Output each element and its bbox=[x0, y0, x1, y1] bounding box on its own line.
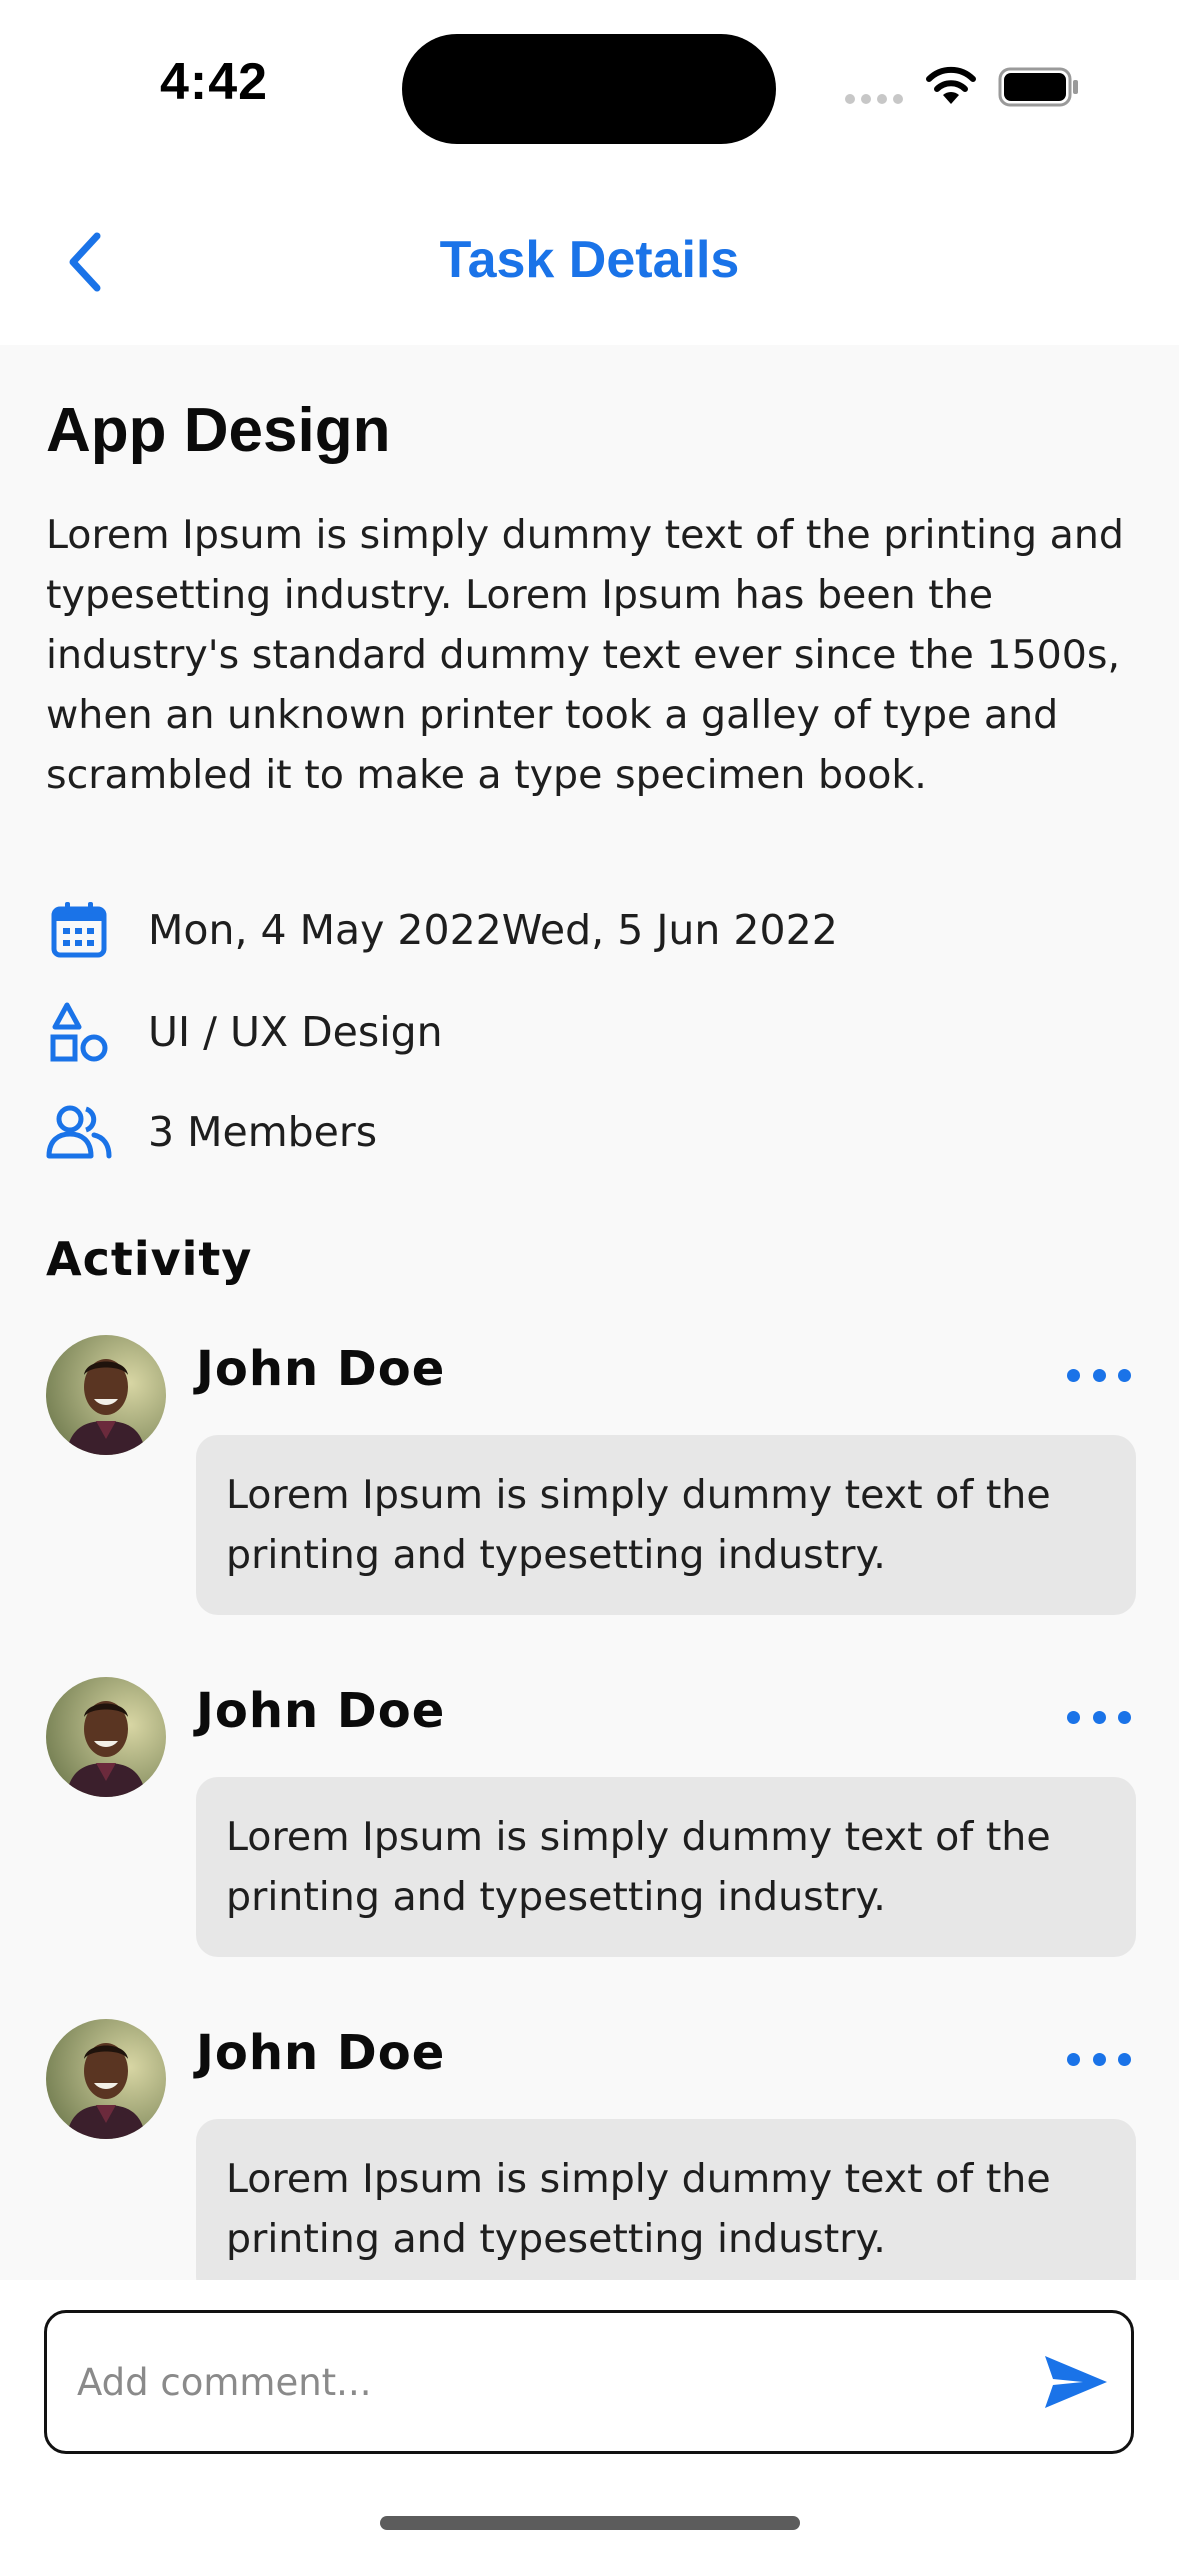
send-icon bbox=[1045, 2356, 1107, 2408]
comment-author: John Doe bbox=[196, 2025, 446, 2081]
comment-text: Lorem Ipsum is simply dummy text of the … bbox=[226, 2156, 1051, 2262]
task-category-row: UI / UX Design bbox=[46, 997, 443, 1067]
home-indicator bbox=[380, 2516, 800, 2530]
header: 4:42 Task Details bbox=[0, 0, 1179, 345]
more-dots-icon bbox=[1067, 1368, 1080, 1382]
task-members-row: 3 Members bbox=[46, 1097, 377, 1167]
avatar bbox=[46, 1677, 166, 1797]
comment-bar bbox=[0, 2280, 1179, 2556]
calendar-icon bbox=[46, 897, 112, 963]
send-button[interactable] bbox=[1021, 2327, 1131, 2437]
battery-icon bbox=[998, 67, 1078, 107]
task-category: UI / UX Design bbox=[148, 1008, 443, 1056]
dynamic-island bbox=[402, 34, 776, 144]
avatar bbox=[46, 2019, 166, 2139]
task-title: App Design bbox=[46, 396, 391, 465]
cellular-signal-icon bbox=[845, 94, 905, 108]
more-dots-icon bbox=[1067, 1710, 1080, 1724]
comment-item: John Doe Lorem Ipsum is simply dummy tex… bbox=[46, 1677, 1136, 1977]
comment-author: John Doe bbox=[196, 1341, 446, 1397]
comment-item: John Doe Lorem Ipsum is simply dummy tex… bbox=[46, 1335, 1136, 1635]
task-description: Lorem Ipsum is simply dummy text of the … bbox=[46, 512, 1124, 798]
activity-heading: Activity bbox=[46, 1232, 253, 1286]
comment-text: Lorem Ipsum is simply dummy text of the … bbox=[226, 1814, 1051, 1920]
comment-bubble: Lorem Ipsum is simply dummy text of the … bbox=[196, 2119, 1136, 2299]
more-dots-icon bbox=[1067, 2052, 1080, 2066]
comment-item: John Doe Lorem Ipsum is simply dummy tex… bbox=[46, 2019, 1136, 2319]
avatar bbox=[46, 1335, 166, 1455]
wifi-icon bbox=[926, 66, 976, 104]
more-options-button[interactable] bbox=[1067, 2039, 1131, 2079]
page-title: Task Details bbox=[439, 231, 740, 289]
comment-text: Lorem Ipsum is simply dummy text of the … bbox=[226, 1472, 1051, 1578]
more-options-button[interactable] bbox=[1067, 1697, 1131, 1737]
task-details-screen: 4:42 Task Details App Design Lorem Ipsum… bbox=[0, 0, 1179, 2556]
comment-box bbox=[44, 2310, 1134, 2454]
task-dates: Mon, 4 May 2022Wed, 5 Jun 2022 bbox=[148, 906, 838, 954]
task-members: 3 Members bbox=[148, 1108, 378, 1156]
members-icon bbox=[46, 1099, 112, 1165]
comment-input[interactable] bbox=[47, 2313, 1021, 2451]
task-dates-row: Mon, 4 May 2022Wed, 5 Jun 2022 bbox=[46, 895, 838, 965]
more-options-button[interactable] bbox=[1067, 1355, 1131, 1395]
comment-author: John Doe bbox=[196, 1683, 446, 1739]
comment-bubble: Lorem Ipsum is simply dummy text of the … bbox=[196, 1435, 1136, 1615]
comment-bubble: Lorem Ipsum is simply dummy text of the … bbox=[196, 1777, 1136, 1957]
status-time: 4:42 bbox=[160, 53, 269, 111]
shapes-icon bbox=[46, 999, 112, 1065]
